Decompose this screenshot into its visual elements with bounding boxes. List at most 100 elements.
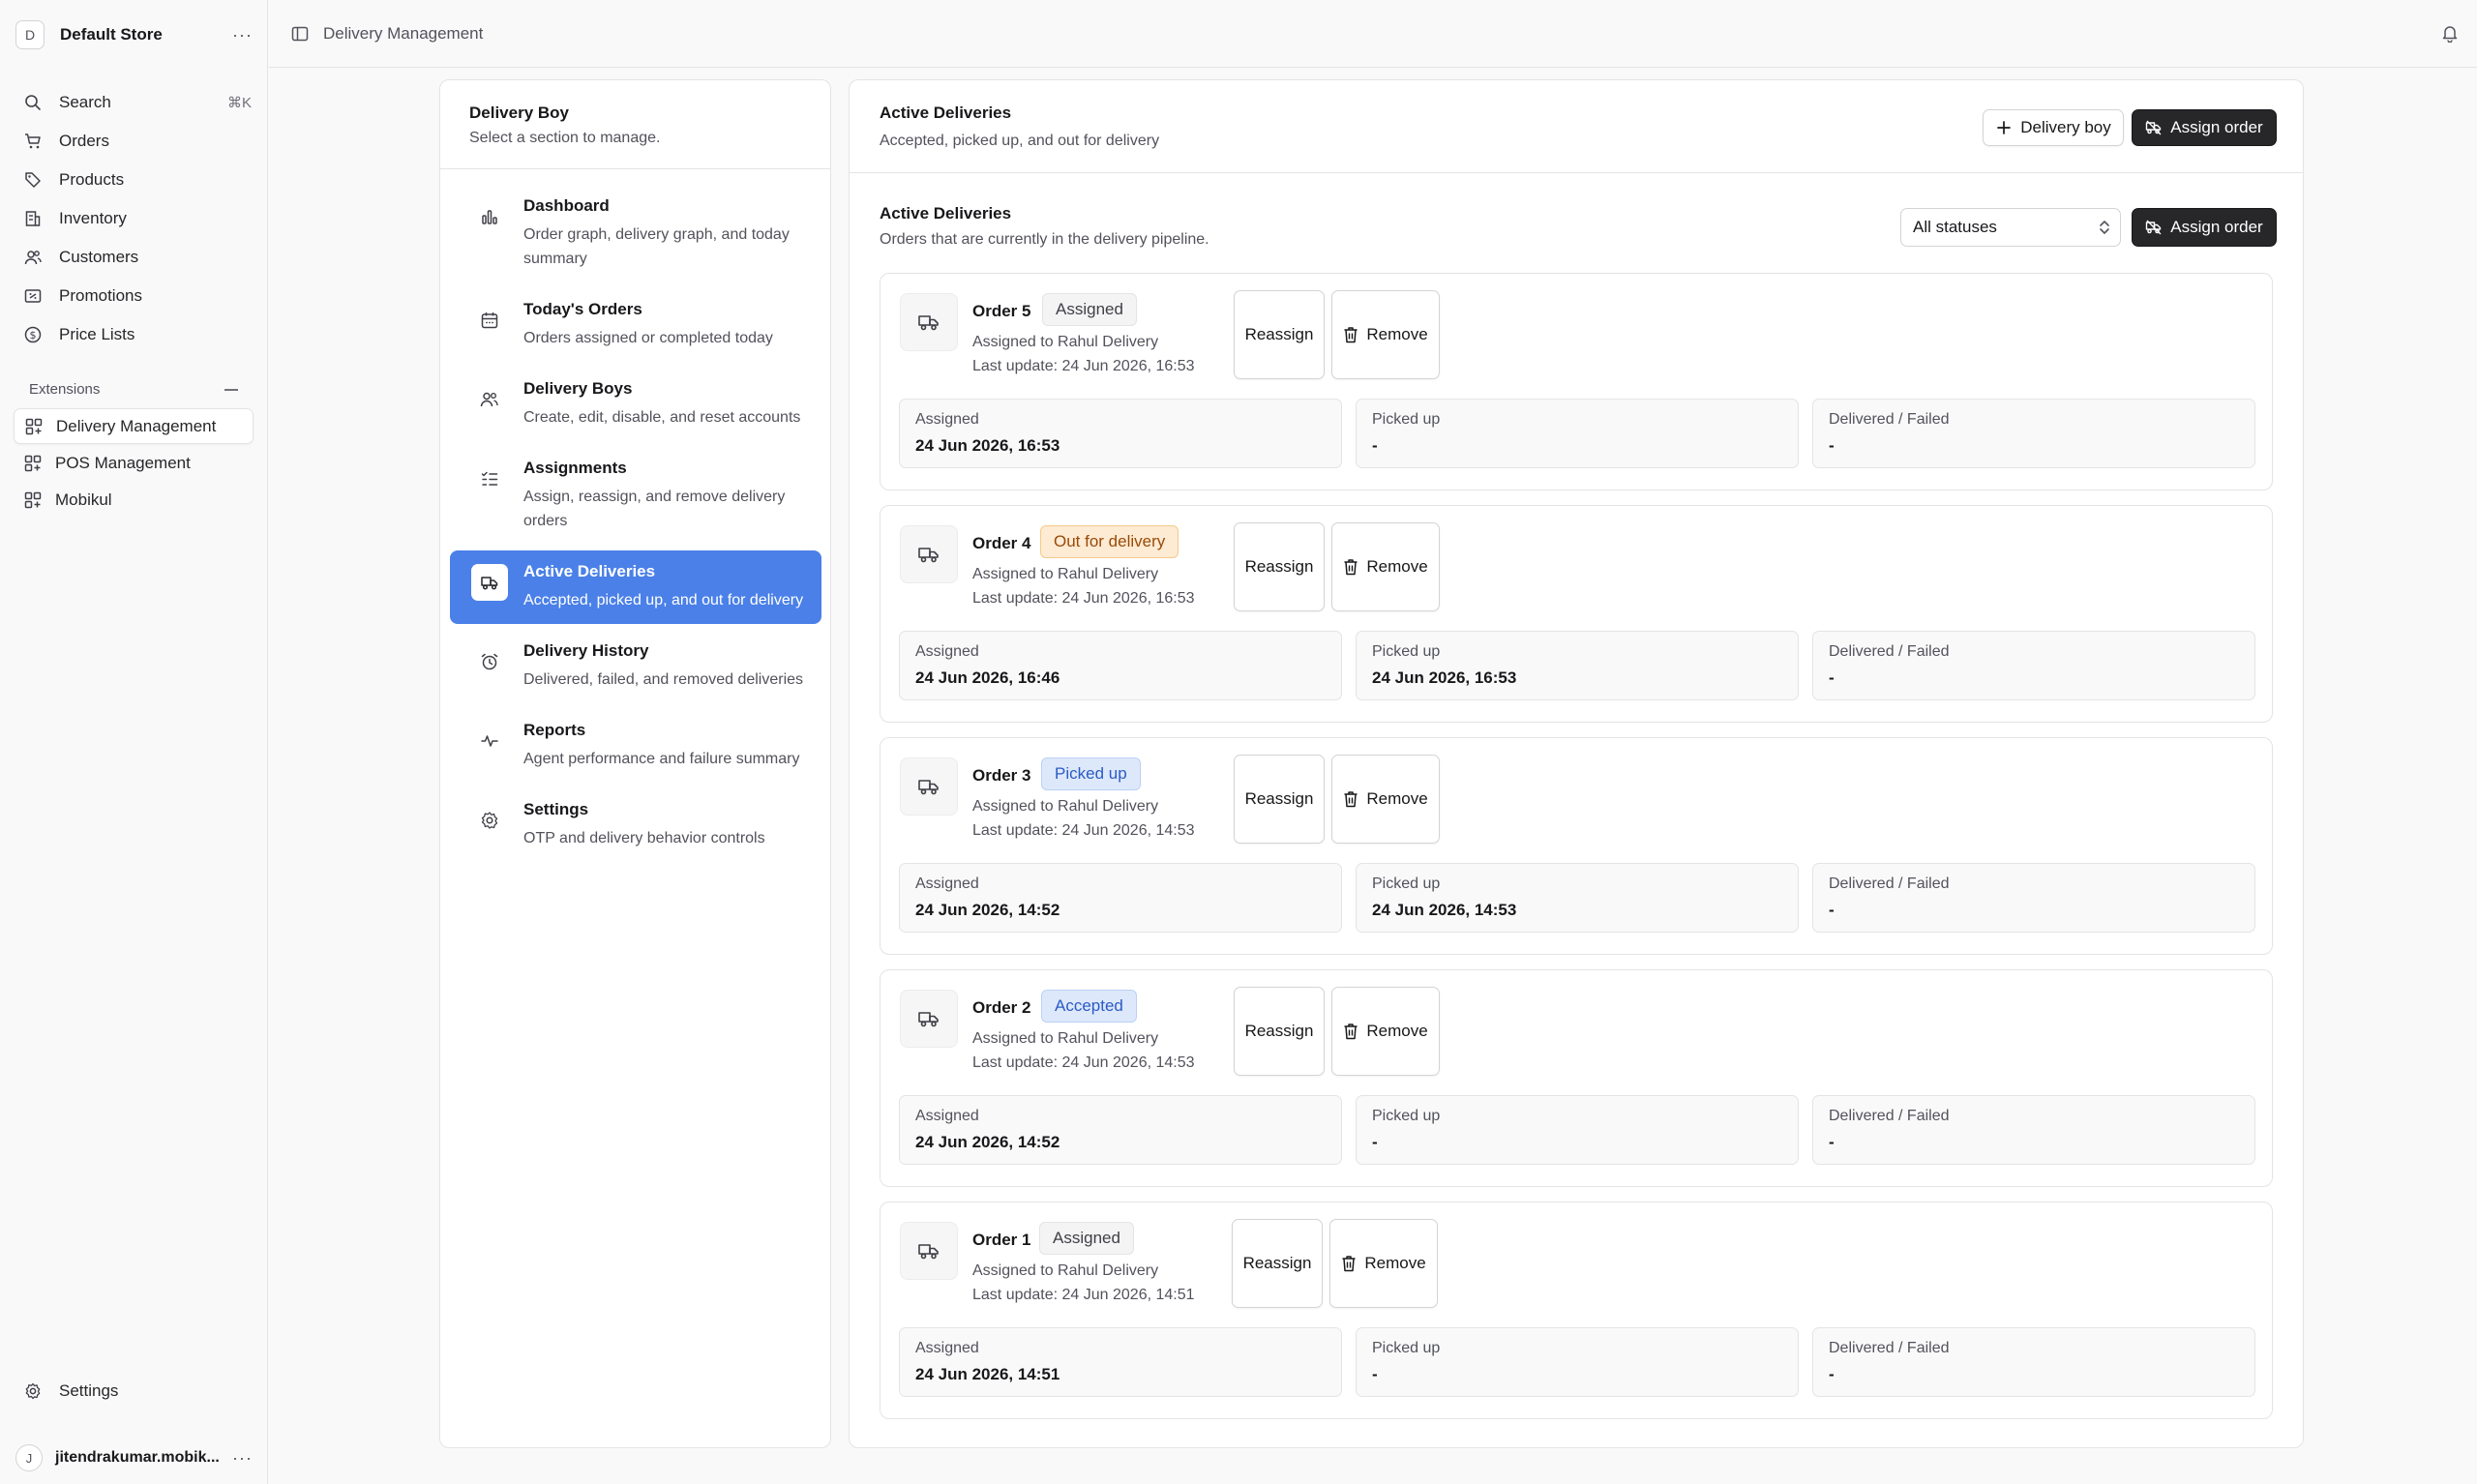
truck-icon xyxy=(2145,219,2163,236)
active-deliveries-card: Active Deliveries Accepted, picked up, a… xyxy=(849,79,2304,1448)
section-item-active-deliveries[interactable]: Active Deliveries Accepted, picked up, an… xyxy=(450,550,821,624)
section-item-reports[interactable]: Reports Agent performance and failure sum… xyxy=(450,709,821,783)
reassign-button[interactable]: Reassign xyxy=(1234,755,1325,844)
section-item-delivery-history[interactable]: Delivery History Delivered, failed, and r… xyxy=(450,630,821,703)
order-last-update: Last update: 24 Jun 2026, 16:53 xyxy=(972,358,1195,374)
collapse-icon[interactable] xyxy=(224,388,238,391)
truck-icon xyxy=(2145,119,2163,136)
truck-icon xyxy=(471,564,508,601)
ext-item-pos-management[interactable]: POS Management xyxy=(14,445,254,481)
trash-icon xyxy=(1343,1023,1358,1040)
reassign-button[interactable]: Reassign xyxy=(1234,987,1325,1076)
picked-up-stat: Picked up - xyxy=(1356,1327,1799,1397)
remove-button[interactable]: Remove xyxy=(1331,522,1440,611)
remove-button[interactable]: Remove xyxy=(1331,755,1440,844)
assigned-stat: Assigned 24 Jun 2026, 14:51 xyxy=(899,1327,1342,1397)
section-item-title: Today's Orders xyxy=(523,300,642,318)
ext-item-delivery-management[interactable]: Delivery Management xyxy=(14,408,254,444)
status-badge: Assigned xyxy=(1042,293,1137,326)
receipt-icon xyxy=(23,286,43,306)
gear-icon xyxy=(23,1381,43,1401)
svg-text:$: $ xyxy=(30,329,37,341)
list-subtitle: Orders that are currently in the deliver… xyxy=(880,231,1209,248)
user-menu-icon[interactable]: ··· xyxy=(232,1448,253,1469)
section-item-todays-orders[interactable]: Today's Orders Orders assigned or complet… xyxy=(450,288,821,362)
section-item-title: Delivery Boys xyxy=(523,379,633,398)
truck-icon xyxy=(900,990,958,1048)
stat-value: - xyxy=(1829,436,1835,455)
alarm-icon xyxy=(471,643,508,680)
section-item-desc: Accepted, picked up, and out for deliver… xyxy=(523,592,804,608)
stat-label: Assigned xyxy=(915,643,979,660)
section-item-assignments[interactable]: Assignments Assign, reassign, and remove … xyxy=(450,447,821,545)
user-menu[interactable]: J jitendrakumar.mobik... ··· xyxy=(15,1443,253,1472)
picked-up-stat: Picked up - xyxy=(1356,1095,1799,1165)
remove-button[interactable]: Remove xyxy=(1331,290,1440,379)
main-header: Active Deliveries Accepted, picked up, a… xyxy=(850,80,2303,173)
gear-icon xyxy=(471,802,508,839)
section-item-title: Active Deliveries xyxy=(523,562,656,580)
grid-icon xyxy=(24,417,44,436)
section-item-title: Assignments xyxy=(523,459,627,477)
stat-label: Assigned xyxy=(915,876,979,892)
section-item-title: Reports xyxy=(523,721,586,739)
assign-order-list-button[interactable]: Assign order xyxy=(2132,208,2277,247)
truck-icon xyxy=(900,757,958,816)
nav-label: Products xyxy=(59,170,125,189)
stat-label: Assigned xyxy=(915,1340,979,1356)
stat-label: Delivered / Failed xyxy=(1829,643,1950,660)
truck-icon xyxy=(900,293,958,351)
section-item-desc: Order graph, delivery graph, and today s… xyxy=(523,226,790,267)
ext-item-mobikul[interactable]: Mobikul xyxy=(14,482,254,518)
stat-label: Delivered / Failed xyxy=(1829,876,1950,892)
button-label: Delivery boy xyxy=(2020,118,2111,136)
nav-item-promotions[interactable]: Promotions xyxy=(14,277,255,315)
building-icon xyxy=(23,209,43,228)
add-delivery-boy-button[interactable]: Delivery boy xyxy=(1983,109,2124,146)
stat-value: - xyxy=(1372,436,1378,455)
button-label: Remove xyxy=(1366,1022,1428,1040)
reassign-button[interactable]: Reassign xyxy=(1232,1219,1323,1308)
extensions-header[interactable]: Extensions xyxy=(29,381,238,398)
store-menu-icon[interactable]: ··· xyxy=(232,25,253,45)
order-name: Order 1 xyxy=(972,1231,1031,1249)
remove-button[interactable]: Remove xyxy=(1329,1219,1438,1308)
order-card: Order 5 Assigned Assigned to Rahul Deliv… xyxy=(880,273,2273,490)
remove-button[interactable]: Remove xyxy=(1331,987,1440,1076)
stat-value: 24 Jun 2026, 14:52 xyxy=(915,1133,1060,1151)
nav-item-orders[interactable]: Orders xyxy=(14,122,255,161)
nav-item-inventory[interactable]: Inventory xyxy=(14,199,255,238)
delivered-failed-stat: Delivered / Failed - xyxy=(1812,863,2255,933)
order-name: Order 5 xyxy=(972,302,1031,320)
status-badge: Assigned xyxy=(1039,1222,1134,1255)
reassign-button[interactable]: Reassign xyxy=(1234,290,1325,379)
section-nav-list: Dashboard Order graph, delivery graph, an… xyxy=(450,185,821,868)
bell-icon[interactable] xyxy=(2440,23,2462,45)
reassign-button[interactable]: Reassign xyxy=(1234,522,1325,611)
nav-item-price-lists[interactable]: $ Price Lists xyxy=(14,315,255,354)
tag-icon xyxy=(23,170,43,190)
assign-order-button[interactable]: Assign order xyxy=(2132,109,2277,146)
store-switcher[interactable]: D Default Store ··· xyxy=(15,19,253,50)
order-card: Order 4 Out for delivery Assigned to Rah… xyxy=(880,505,2273,723)
button-label: Assign order xyxy=(2170,218,2263,236)
order-assigned-to: Assigned to Rahul Delivery xyxy=(972,1030,1159,1047)
stat-label: Picked up xyxy=(1372,1340,1441,1356)
stat-label: Assigned xyxy=(915,411,979,428)
breadcrumb[interactable]: Delivery Management xyxy=(323,24,483,44)
section-item-delivery-boys[interactable]: Delivery Boys Create, edit, disable, and … xyxy=(450,368,821,441)
sidebar-toggle-icon[interactable] xyxy=(290,24,310,44)
main-nav: Search ⌘K Orders Products Inventory Cust… xyxy=(14,83,255,354)
users-icon xyxy=(471,381,508,418)
section-item-settings[interactable]: Settings OTP and delivery behavior contro… xyxy=(450,788,821,862)
stat-value: - xyxy=(1829,901,1835,919)
nav-item-search[interactable]: Search ⌘K xyxy=(14,83,255,122)
stat-value: - xyxy=(1372,1133,1378,1151)
nav-item-settings[interactable]: Settings xyxy=(14,1372,254,1410)
stat-value: - xyxy=(1829,668,1835,687)
page-subtitle: Accepted, picked up, and out for deliver… xyxy=(880,133,1160,149)
status-filter-select[interactable]: All statuses xyxy=(1900,208,2121,247)
nav-item-customers[interactable]: Customers xyxy=(14,238,255,277)
section-item-dashboard[interactable]: Dashboard Order graph, delivery graph, an… xyxy=(450,185,821,282)
nav-item-products[interactable]: Products xyxy=(14,161,255,199)
